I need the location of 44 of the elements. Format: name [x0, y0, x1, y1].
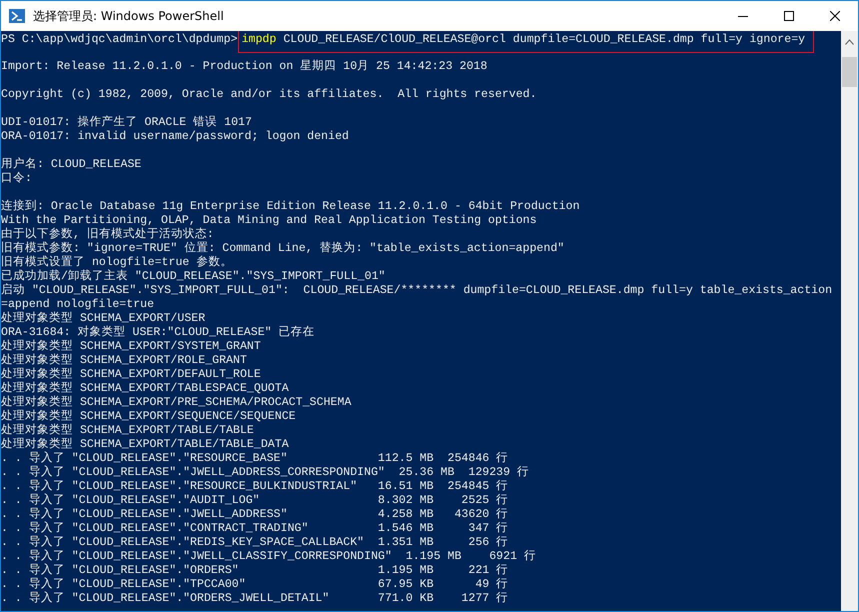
- console-line: 处理对象类型 SCHEMA_EXPORT/ROLE_GRANT: [1, 354, 247, 367]
- console-line: 处理对象类型 SCHEMA_EXPORT/TABLESPACE_QUOTA: [1, 382, 289, 395]
- console-line: . . 导入了 ″CLOUD_RELEASE″.″JWELL_CLASSIFY_CORRESPONDING″ 1.195 MB 6921 行: [1, 550, 536, 563]
- console-line: . . 导入了 ″CLOUD_RELEASE″.″AUDIT_LOG″ 8.302 MB 2525 行: [1, 494, 508, 507]
- scroll-up-icon[interactable]: [845, 39, 854, 45]
- prompt-text: PS C:\app\wdjqc\admin\orcl\dpdump>: [1, 33, 238, 46]
- console-line: 由于以下参数, 旧有模式处于活动状态:: [1, 228, 214, 241]
- console-line: 口令:: [1, 172, 32, 185]
- console-line: . . 导入了 ″CLOUD_RELEASE″.″REDIS_KEY_SPACE_CALLBACK″ 1.351 MB 256 行: [1, 536, 508, 549]
- console-line: 处理对象类型 SCHEMA_EXPORT/DEFAULT_ROLE: [1, 368, 261, 381]
- console-line: 处理对象类型 SCHEMA_EXPORT/SEQUENCE/SEQUENCE: [1, 410, 296, 423]
- scrollbar[interactable]: [841, 31, 858, 611]
- console-line: 已成功加载/卸载了主表 ″CLOUD_RELEASE″.″SYS_IMPORT_FULL_01″: [1, 270, 386, 283]
- console-line: 用户名: CLOUD_RELEASE: [1, 158, 142, 171]
- console-line: 连接到: Oracle Database 11g Enterprise Edition Release 11.2.0.1.0 - 64bit Production: [1, 200, 580, 213]
- console-line: 处理对象类型 SCHEMA_EXPORT/PRE_SCHEMA/PROCACT_SCHEMA: [1, 396, 352, 409]
- console-line: . . 导入了 ″CLOUD_RELEASE″.″JWELL_ADDRESS_CORRESPONDING″ 25.36 MB 129239 行: [1, 466, 530, 479]
- console-line: 旧有模式设置了 nologfile=true 参数。: [1, 256, 232, 269]
- console-line: . . 导入了 ″CLOUD_RELEASE″.″ORDERS_JWELL_DETAIL″ 771.0 KB 1277 行: [1, 592, 508, 605]
- console-line: ORA-01017: invalid username/password; logon denied: [1, 130, 349, 143]
- console-line: 处理对象类型 SCHEMA_EXPORT/SYSTEM_GRANT: [1, 340, 261, 353]
- command-text: impdp CLOUD_RELEASE/ClOUD_RELEASE@orcl dumpfile=CLOUD_RELEASE.dmp full=y ignore=y: [238, 31, 814, 53]
- console-line: 旧有模式参数: ″ignore=TRUE″ 位置: Command Line, 替换为: ″table_exists_action=append″: [1, 242, 564, 255]
- powershell-icon: [9, 8, 25, 24]
- console-line: UDI-01017: 操作产生了 ORACLE 错误 1017: [1, 116, 252, 129]
- maximize-icon: [784, 11, 794, 21]
- console-line: Copyright (c) 1982, 2009, Oracle and/or its affiliates. All rights reserved.: [1, 88, 537, 101]
- close-icon: [830, 11, 840, 21]
- console-line: . . 导入了 ″CLOUD_RELEASE″.″JWELL_ADDRESS″ 4.258 MB 43620 行: [1, 508, 508, 521]
- scroll-thumb[interactable]: [842, 57, 857, 87]
- window-title: 选择管理员: Windows PowerShell: [33, 8, 225, 24]
- console-line: . . 导入了 ″CLOUD_RELEASE″.″CONTRACT_TRADING″ 1.546 MB 347 行: [1, 522, 508, 535]
- console-line: With the Partitioning, OLAP, Data Mining and Real Application Testing options: [1, 214, 537, 227]
- console-line: 处理对象类型 SCHEMA_EXPORT/USER: [1, 312, 206, 325]
- console-line: 处理对象类型 SCHEMA_EXPORT/TABLE/TABLE_DATA: [1, 438, 289, 451]
- console-line: . . 导入了 ″CLOUD_RELEASE″.″RESOURCE_BULKINDUSTRIAL″ 16.51 MB 254845 行: [1, 480, 508, 493]
- console-line: ORA-31684: 对象类型 USER:″CLOUD_RELEASE″ 已存在: [1, 326, 315, 339]
- console-line: 启动 ″CLOUD_RELEASE″.″SYS_IMPORT_FULL_01″: CLOUD_RELEASE/******** dumpfile=CLOUD_RELEASE.dmp full=y table_exists_action: [1, 284, 832, 297]
- console-line: 处理对象类型 SCHEMA_EXPORT/TABLE/TABLE: [1, 424, 254, 437]
- console-line: . . 导入了 ″CLOUD_RELEASE″.″ORDERS″ 1.195 MB 221 行: [1, 564, 508, 577]
- console-line: =append nologfile=true: [1, 298, 154, 311]
- console-line: Import: Release 11.2.0.1.0 - Production on 星期四 10月 25 14:42:23 2018: [1, 60, 488, 73]
- console-line: . . 导入了 ″CLOUD_RELEASE″.″TPCCA00″ 67.95 KB 49 行: [1, 578, 508, 591]
- console-line: . . 导入了 ″CLOUD_RELEASE″.″RESOURCE_BASE″ 112.5 MB 254846 行: [1, 452, 508, 465]
